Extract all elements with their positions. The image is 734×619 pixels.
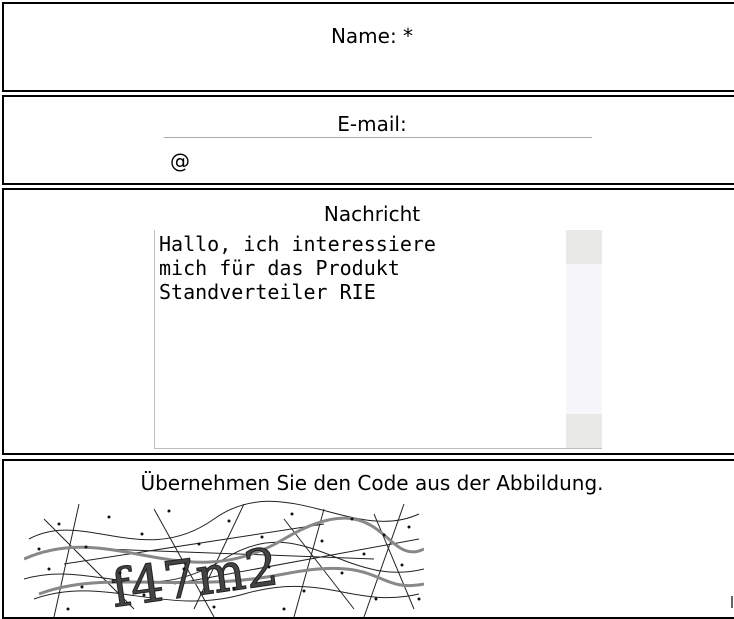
message-scrollbar[interactable] <box>566 230 602 448</box>
name-input[interactable] <box>164 56 596 88</box>
edge-divider <box>731 596 733 608</box>
scrollbar-down-button[interactable] <box>566 414 602 448</box>
name-label: Name: * <box>330 24 414 48</box>
captcha-text: f47m2 <box>107 537 282 619</box>
message-label: Nachricht <box>323 202 421 226</box>
message-textarea-wrapper: Hallo, ich interessiere mich für das Pro… <box>154 230 602 449</box>
captcha-image: f47m2 <box>24 499 424 619</box>
email-input[interactable] <box>164 137 592 177</box>
captcha-label: Übernehmen Sie den Code aus der Abbildun… <box>140 471 604 495</box>
captcha-noise-graphic: f47m2 <box>24 500 424 619</box>
scrollbar-up-button[interactable] <box>566 230 602 264</box>
email-field-box: E-mail: <box>2 95 734 185</box>
name-field-box: Name: * <box>2 2 734 92</box>
email-label: E-mail: <box>337 112 407 136</box>
message-field-box: Nachricht Hallo, ich interessiere mich f… <box>2 188 734 455</box>
message-textarea[interactable]: Hallo, ich interessiere mich für das Pro… <box>155 230 565 448</box>
captcha-field-box: Übernehmen Sie den Code aus der Abbildun… <box>2 459 734 619</box>
